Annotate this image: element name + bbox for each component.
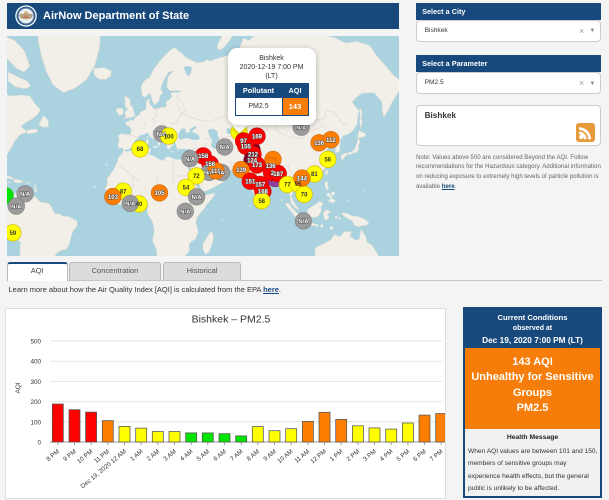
svg-text:N/A: N/A: [11, 204, 22, 210]
svg-text:56: 56: [324, 158, 331, 164]
svg-text:300: 300: [30, 379, 41, 386]
svg-text:1 AM: 1 AM: [129, 448, 144, 463]
svg-text:N/A: N/A: [220, 145, 231, 151]
svg-text:11 AM: 11 AM: [293, 448, 311, 465]
svg-text:9 AM: 9 AM: [262, 448, 277, 463]
svg-text:5 PM: 5 PM: [395, 448, 411, 463]
svg-text:100: 100: [164, 134, 175, 140]
svg-text:136: 136: [266, 164, 277, 170]
svg-text:40: 40: [136, 202, 143, 208]
svg-text:136: 136: [314, 141, 325, 147]
svg-text:200: 200: [30, 399, 41, 406]
svg-text:70: 70: [301, 193, 308, 199]
svg-text:72: 72: [193, 174, 200, 180]
svg-text:156: 156: [205, 162, 216, 168]
svg-text:58: 58: [258, 199, 265, 205]
svg-text:8 PM: 8 PM: [45, 448, 61, 463]
svg-text:N/A: N/A: [125, 202, 136, 208]
svg-text:4 PM: 4 PM: [379, 448, 395, 463]
svg-text:2 PM: 2 PM: [345, 448, 361, 463]
svg-text:12 PM: 12 PM: [309, 448, 327, 465]
svg-text:N/A: N/A: [180, 210, 191, 216]
svg-text:Bishkek – PM2.5: Bishkek – PM2.5: [192, 314, 271, 326]
svg-text:158: 158: [198, 154, 209, 160]
svg-text:144: 144: [297, 176, 308, 182]
svg-text:155: 155: [241, 144, 252, 150]
svg-text:1 PM: 1 PM: [329, 448, 345, 463]
svg-text:3 PM: 3 PM: [362, 448, 378, 463]
svg-text:112: 112: [326, 138, 336, 144]
svg-text:10 PM: 10 PM: [76, 448, 94, 465]
svg-text:173: 173: [252, 163, 263, 169]
svg-text:103: 103: [108, 195, 119, 201]
svg-text:169: 169: [252, 134, 263, 140]
svg-text:N/A: N/A: [185, 157, 196, 163]
svg-text:4 AM: 4 AM: [179, 448, 194, 463]
svg-text:77: 77: [284, 183, 291, 189]
svg-text:N/A: N/A: [298, 219, 309, 225]
svg-text:7 AM: 7 AM: [229, 448, 244, 463]
svg-text:139: 139: [236, 168, 247, 174]
svg-text:100: 100: [30, 419, 41, 426]
svg-text:5 AM: 5 AM: [196, 448, 211, 463]
svg-text:54: 54: [183, 186, 190, 192]
svg-text:6 AM: 6 AM: [212, 448, 227, 463]
svg-text:500: 500: [30, 339, 41, 346]
svg-text:95: 95: [295, 182, 302, 188]
svg-text:N/A: N/A: [20, 192, 31, 198]
svg-text:2 AM: 2 AM: [146, 448, 161, 463]
svg-text:AQI: AQI: [15, 382, 22, 393]
svg-text:105: 105: [154, 191, 165, 197]
svg-text:87: 87: [120, 189, 127, 195]
svg-text:59: 59: [9, 231, 16, 237]
svg-text:6 PM: 6 PM: [412, 448, 428, 463]
svg-text:68: 68: [137, 147, 144, 153]
svg-text:400: 400: [30, 359, 41, 366]
svg-text:7 PM: 7 PM: [429, 448, 445, 463]
svg-text:N/A: N/A: [192, 195, 203, 201]
svg-text:157: 157: [255, 183, 266, 189]
svg-text:N/A: N/A: [296, 125, 307, 131]
svg-text:168: 168: [258, 190, 269, 196]
svg-text:81: 81: [311, 172, 318, 178]
svg-text:187: 187: [273, 172, 284, 178]
svg-text:/A: /A: [219, 171, 226, 177]
svg-text:0: 0: [37, 440, 41, 447]
svg-text:3 AM: 3 AM: [162, 448, 177, 463]
svg-text:10 AM: 10 AM: [276, 448, 294, 465]
svg-text:8 AM: 8 AM: [246, 448, 261, 463]
